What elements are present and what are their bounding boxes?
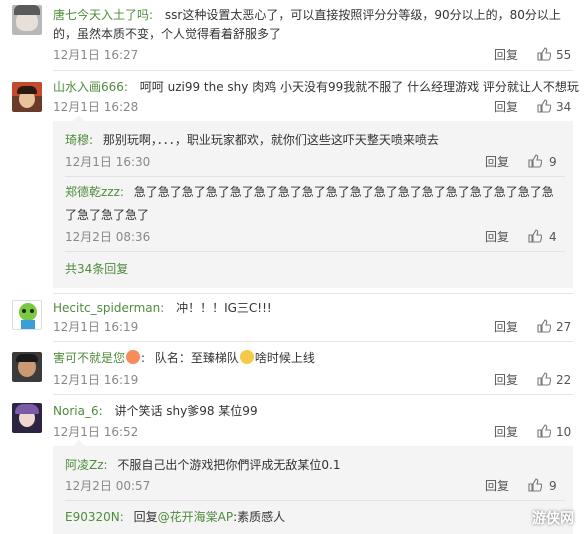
comment-text: 冲！！！IG三C!!! xyxy=(176,301,272,315)
like-count: 27 xyxy=(556,320,572,334)
comment-divider xyxy=(53,394,573,395)
thumbs-up-icon[interactable] xyxy=(528,154,542,168)
reply-button[interactable]: 回复 xyxy=(485,154,509,170)
reply-time: 12月2日 00:57 xyxy=(65,479,151,493)
thumbs-up-icon[interactable] xyxy=(537,47,551,61)
comment-time: 12月1日 16:28 xyxy=(53,100,139,114)
reply-text: 不服自己出个游戏把你們评成无敌某位0.1 xyxy=(117,458,341,472)
like-count: 34 xyxy=(556,100,572,114)
reply-button[interactable]: 回复 xyxy=(494,372,518,388)
reply-text: 了急了急了急了 xyxy=(65,208,150,222)
reply-divider xyxy=(65,251,565,252)
comment-username[interactable]: 唐七今天入土了吗: xyxy=(53,8,153,22)
reply-text: 急了急了急了急了急了急了急了急了急了急了急了急了急了急了急了急了急了急 xyxy=(133,185,554,199)
reply-mention[interactable]: @花开海棠AP xyxy=(158,510,233,524)
like-count: 9 xyxy=(549,479,557,493)
thumbs-up-icon[interactable] xyxy=(528,478,542,492)
reply-text: :素质感人 xyxy=(233,510,286,524)
comment-username[interactable]: 害可不就是您 xyxy=(53,351,125,365)
comment-username[interactable]: 山水入画666: xyxy=(53,80,128,94)
reply-time: 12月2日 08:36 xyxy=(65,230,151,244)
comment-text: 呵呵 uzi99 the shy 肉鸡 小天没有99我就不服了 什么经理游戏 评… xyxy=(139,80,579,94)
thumbs-up-icon[interactable] xyxy=(537,99,551,113)
reply-button[interactable]: 回复 xyxy=(494,99,518,115)
avatar[interactable] xyxy=(12,300,42,330)
thumbs-up-icon[interactable] xyxy=(528,229,542,243)
comment-divider xyxy=(53,70,573,71)
avatar[interactable] xyxy=(12,5,42,35)
comment-time: 12月1日 16:19 xyxy=(53,320,139,334)
like-count: 22 xyxy=(556,373,572,387)
thumbs-up-icon[interactable] xyxy=(537,319,551,333)
avatar[interactable] xyxy=(12,403,42,433)
comment-text: 的，虽然本质不变，个人觉得看着舒服多了 xyxy=(53,27,282,41)
comment-divider xyxy=(53,293,573,294)
reply-button[interactable]: 回复 xyxy=(485,229,509,245)
avatar[interactable] xyxy=(12,352,42,382)
comment-text: 队名：至臻梯队 xyxy=(154,351,239,365)
comment-text: 啥时候上线 xyxy=(254,351,315,365)
comment-time: 12月1日 16:19 xyxy=(53,373,139,387)
reply-prefix: 回复 xyxy=(133,510,158,524)
reply-button[interactable]: 回复 xyxy=(494,424,518,440)
comment-time: 12月1日 16:27 xyxy=(53,48,139,62)
reply-button[interactable]: 回复 xyxy=(494,319,518,335)
reply-username[interactable]: 阿凌Zz: xyxy=(65,458,108,472)
reply-divider xyxy=(65,176,565,177)
like-count: 4 xyxy=(549,230,557,244)
reply-button[interactable]: 回复 xyxy=(494,47,518,63)
cat-face-emoji-icon xyxy=(239,350,254,364)
heart-eyes-emoji-icon xyxy=(126,350,141,364)
comment-text: ssr这种设置太恶心了，可以直接按照评分分等级，90分以上的，80分以上 xyxy=(164,8,561,22)
reply-divider xyxy=(65,500,565,501)
reply-username[interactable]: E90320N: xyxy=(65,510,124,524)
comment-divider xyxy=(53,341,573,342)
watermark: 游侠网 xyxy=(532,511,574,527)
avatar[interactable] xyxy=(12,82,42,112)
more-replies-link[interactable]: 共34条回复 xyxy=(65,260,128,278)
reply-button[interactable]: 回复 xyxy=(485,478,509,494)
reply-username[interactable]: 郑德乾zzz: xyxy=(65,185,124,199)
thumbs-up-icon[interactable] xyxy=(537,424,551,438)
reply-text: 那别玩啊，．．．，职业玩家都欢，就你们这些这吓天整天喷来喷去 xyxy=(102,133,439,147)
comment-username[interactable]: Noria_6: xyxy=(53,404,103,418)
comment-text: 讲个笑话 shy爹98 某位99 xyxy=(114,404,258,418)
reply-time: 12月1日 16:30 xyxy=(65,155,151,169)
comment-username[interactable]: Hecitc_spiderman: xyxy=(53,301,164,315)
thumbs-up-icon[interactable] xyxy=(537,372,551,386)
comment-time: 12月1日 16:52 xyxy=(53,425,139,439)
reply-username[interactable]: 琦穆: xyxy=(65,133,93,147)
like-count: 9 xyxy=(549,155,557,169)
like-count: 10 xyxy=(556,425,572,439)
like-count: 55 xyxy=(556,48,572,62)
